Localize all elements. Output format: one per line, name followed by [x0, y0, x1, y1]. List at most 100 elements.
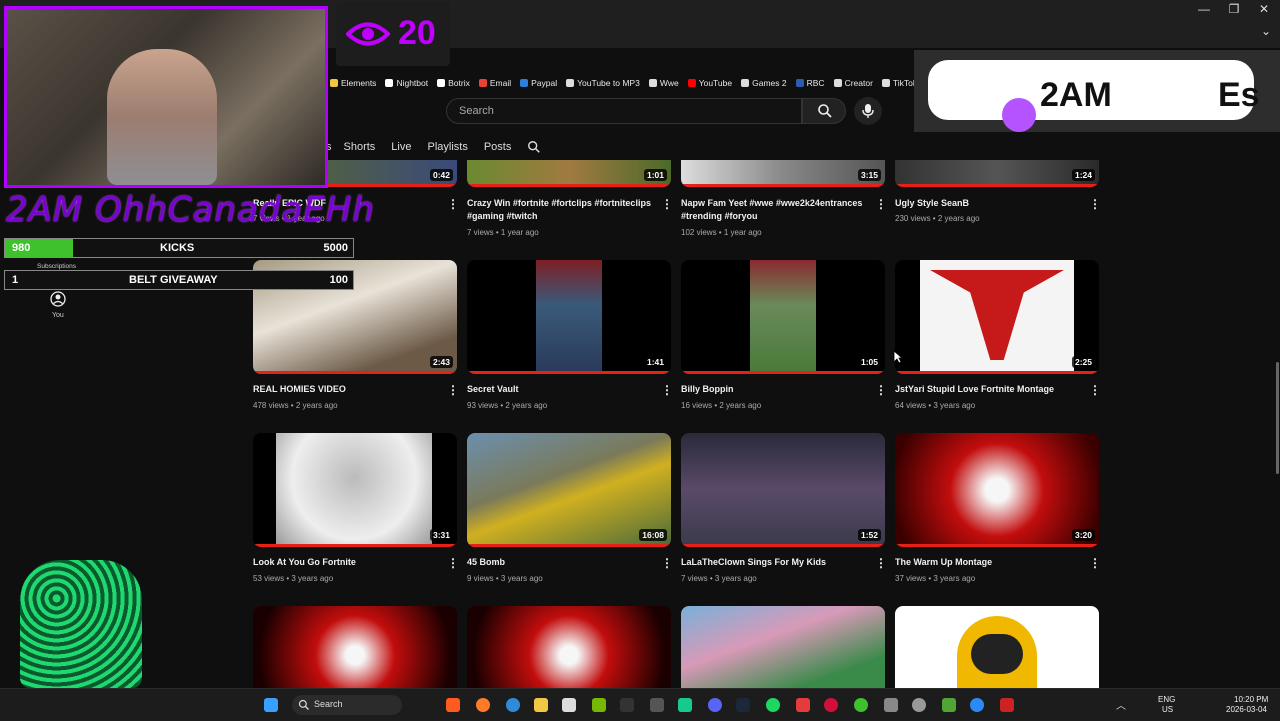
belt-giveaway-bar: 1 BELT GIVEAWAY 100: [4, 270, 354, 290]
video-thumbnail[interactable]: 1:41: [467, 260, 671, 374]
tab-playlists[interactable]: Playlists: [419, 139, 475, 155]
spotify-icon[interactable]: [766, 698, 780, 712]
video-thumbnail[interactable]: 3:20: [895, 433, 1099, 547]
channel-tabs: s Shorts Live Playlists Posts: [322, 139, 549, 155]
video-title[interactable]: Crazy Win #fortnite #fortclips #fortnite…: [467, 197, 657, 223]
more-options-icon[interactable]: ⋮: [447, 556, 459, 570]
voice-search-button[interactable]: [854, 97, 882, 125]
steam-icon[interactable]: [736, 698, 750, 712]
bookmark-rbc[interactable]: RBC: [795, 78, 825, 88]
firefox-icon[interactable]: [476, 698, 490, 712]
scrollbar-thumb[interactable]: [1276, 362, 1279, 474]
more-options-icon[interactable]: ⋮: [661, 556, 673, 570]
tab-posts[interactable]: Posts: [476, 139, 520, 155]
duration-badge: 1:24: [1071, 169, 1095, 181]
kicks-label: KICKS: [160, 242, 195, 254]
folder-icon[interactable]: [534, 698, 548, 712]
chevron-up-icon[interactable]: ︿: [1116, 697, 1126, 712]
more-options-icon[interactable]: ⋮: [447, 197, 459, 211]
app-icon[interactable]: [796, 698, 810, 712]
taskbar-search[interactable]: Search: [292, 695, 402, 715]
video-title[interactable]: Billy Boppin: [681, 383, 871, 396]
app-icon[interactable]: [884, 698, 898, 712]
tab-live[interactable]: Live: [383, 139, 419, 155]
bookmark-nightbot[interactable]: Nightbot: [385, 78, 428, 88]
bookmark-email[interactable]: Email: [478, 78, 511, 88]
video-thumbnail[interactable]: 1:01: [467, 160, 671, 187]
video-thumbnail[interactable]: [895, 606, 1099, 688]
restore-button[interactable]: ❐: [1220, 2, 1248, 16]
video-title[interactable]: Ugly Style SeanB: [895, 197, 1085, 210]
bookmark-youtube[interactable]: YouTube: [687, 78, 732, 88]
video-title[interactable]: Napw Fam Yeet #wwe #wwe2k24entrances #tr…: [681, 197, 871, 223]
bookmark-youtube-mp3[interactable]: YouTube to MP3: [566, 78, 640, 88]
chevron-down-icon[interactable]: ⌄: [1252, 24, 1280, 38]
more-options-icon[interactable]: ⋮: [1089, 197, 1101, 211]
app-icon[interactable]: [970, 698, 984, 712]
video-title[interactable]: Secret Vault: [467, 383, 657, 396]
watch-progress: [253, 544, 457, 547]
video-thumbnail[interactable]: 3:31: [253, 433, 457, 547]
more-options-icon[interactable]: ⋮: [875, 556, 887, 570]
eye-icon: [346, 22, 390, 46]
more-options-icon[interactable]: ⋮: [1089, 556, 1101, 570]
watch-progress: [467, 184, 671, 187]
video-title[interactable]: Look At You Go Fortnite: [253, 556, 443, 569]
video-thumbnail[interactable]: 1:24: [895, 160, 1099, 187]
more-options-icon[interactable]: ⋮: [875, 383, 887, 397]
opera-icon[interactable]: [824, 698, 838, 712]
bookmark-games2[interactable]: Games 2: [741, 78, 787, 88]
edge-icon[interactable]: [506, 698, 520, 712]
video-title[interactable]: JstYari Stupid Love Fortnite Montage: [895, 383, 1085, 396]
app-icon[interactable]: [854, 698, 868, 712]
video-thumbnail[interactable]: 2:25: [895, 260, 1099, 374]
video-title[interactable]: REAL HOMIES VIDEO: [253, 383, 443, 396]
bookmark-wwe[interactable]: Wwe: [648, 78, 679, 88]
more-options-icon[interactable]: ⋮: [875, 197, 887, 211]
nvidia-icon[interactable]: [592, 698, 606, 712]
more-options-icon[interactable]: ⋮: [447, 383, 459, 397]
video-thumbnail[interactable]: 16:08: [467, 433, 671, 547]
video-thumbnail[interactable]: [253, 606, 457, 688]
clock-time[interactable]: 10:20 PM: [1234, 695, 1268, 704]
bookmark-paypal[interactable]: Paypal: [520, 78, 557, 88]
search-button[interactable]: [802, 98, 846, 124]
video-meta: 102 views • 1 year ago: [681, 228, 762, 237]
more-options-icon[interactable]: ⋮: [1089, 383, 1101, 397]
search-input[interactable]: [457, 104, 761, 118]
video-title[interactable]: The Warm Up Montage: [895, 556, 1085, 569]
minecraft-icon[interactable]: [942, 698, 956, 712]
more-options-icon[interactable]: ⋮: [661, 383, 673, 397]
viewer-count: 20: [398, 14, 436, 52]
store-icon[interactable]: [562, 698, 576, 712]
discord-icon[interactable]: [708, 698, 722, 712]
obs-icon[interactable]: [912, 698, 926, 712]
clock-date[interactable]: 2026-03-04: [1226, 705, 1267, 714]
tab-search[interactable]: [519, 139, 549, 155]
you-icon[interactable]: [50, 291, 66, 312]
video-title[interactable]: 45 Bomb: [467, 556, 657, 569]
app-icon[interactable]: [678, 698, 692, 712]
app-icon[interactable]: [1000, 698, 1014, 712]
app-icon[interactable]: [446, 698, 460, 712]
epic-icon[interactable]: [620, 698, 634, 712]
bookmark-elements[interactable]: Elements: [330, 78, 376, 88]
tab-shorts[interactable]: Shorts: [336, 139, 384, 155]
sidebar-subscriptions[interactable]: Subscriptions: [37, 263, 76, 270]
search-box: [446, 98, 802, 124]
video-thumbnail[interactable]: 1:05: [681, 260, 885, 374]
bookmark-botrix[interactable]: Botrix: [437, 78, 470, 88]
minimize-button[interactable]: —: [1190, 2, 1218, 16]
more-options-icon[interactable]: ⋮: [661, 197, 673, 211]
video-thumbnail[interactable]: [467, 606, 671, 688]
close-button[interactable]: ✕: [1250, 2, 1278, 16]
video-thumbnail[interactable]: [681, 606, 885, 688]
video-title[interactable]: LaLaTheClown Sings For My Kids: [681, 556, 871, 569]
video-thumbnail[interactable]: 3:15: [681, 160, 885, 187]
video-thumbnail[interactable]: 1:52: [681, 433, 885, 547]
bookmark-tiktok[interactable]: TikTok: [881, 78, 917, 88]
start-icon[interactable]: [264, 698, 278, 712]
bookmark-creator[interactable]: Creator: [833, 78, 873, 88]
language-indicator[interactable]: ENG: [1158, 695, 1175, 704]
app-icon[interactable]: [650, 698, 664, 712]
